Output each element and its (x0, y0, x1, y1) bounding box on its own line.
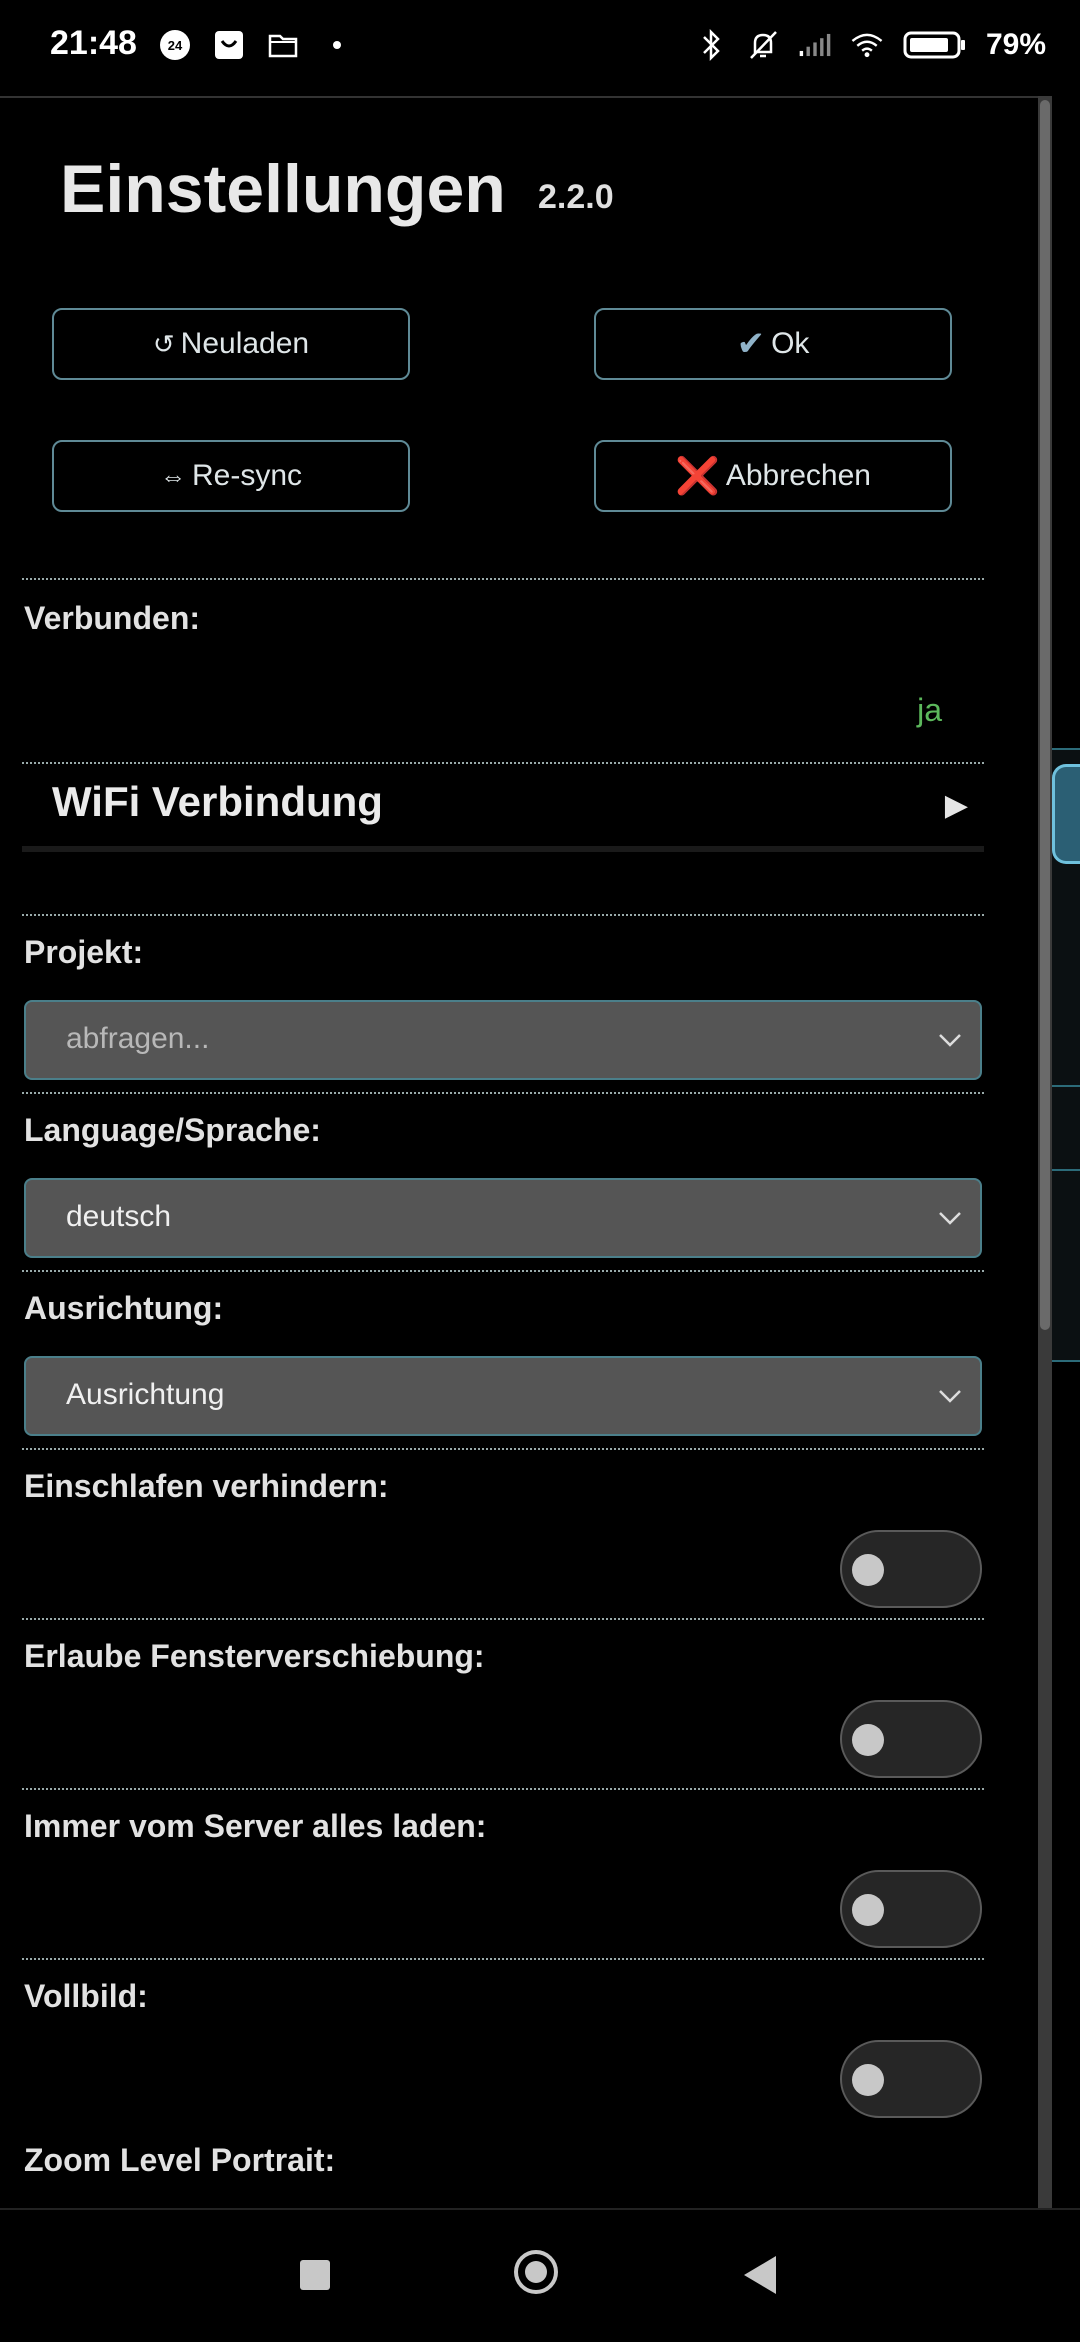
cancel-label: Abbrechen (725, 459, 871, 492)
always-load-server-label: Immer vom Server alles laden: (24, 1808, 487, 1844)
orientation-select-value: Ausrichtung (66, 1378, 225, 1411)
divider (22, 1958, 984, 1960)
divider (22, 578, 984, 580)
calendar-24-icon: 24 (158, 28, 192, 62)
connected-value: ja (917, 692, 942, 728)
language-select[interactable]: deutsch (24, 1178, 982, 1258)
version-label: 2.2.0 (538, 178, 614, 216)
background-button-edge (1052, 764, 1080, 864)
always-load-server-toggle[interactable] (840, 1870, 982, 1948)
home-dot (525, 2261, 547, 2283)
wifi-section-header[interactable]: WiFi Verbindung ▶ (22, 764, 984, 852)
fullscreen-label: Vollbild: (24, 1978, 148, 2014)
fullscreen-toggle[interactable] (840, 2040, 982, 2118)
project-select-value: abfragen... (66, 1022, 210, 1055)
bluetooth-icon (694, 28, 728, 62)
expand-arrow-icon[interactable]: ▶ (945, 788, 968, 823)
wifi-title: WiFi Verbindung (52, 778, 383, 825)
resync-button[interactable]: ⇔ Re-sync (52, 440, 410, 512)
divider (22, 1448, 984, 1450)
cross-icon: ❌ (675, 455, 720, 496)
ok-button[interactable]: ✔ Ok (594, 308, 952, 380)
orientation-select[interactable]: Ausrichtung (24, 1356, 982, 1436)
signal-icon (798, 28, 832, 62)
chevron-down-icon (939, 1390, 961, 1403)
back-icon[interactable] (744, 2256, 776, 2294)
silent-bell-icon (746, 28, 780, 62)
allow-window-move-toggle[interactable] (840, 1700, 982, 1778)
divider (22, 1788, 984, 1790)
battery-icon (902, 28, 968, 62)
divider (22, 1092, 984, 1094)
home-icon[interactable] (514, 2250, 558, 2294)
toggle-knob (852, 1724, 884, 1756)
prevent-sleep-label: Einschlafen verhindern: (24, 1468, 389, 1504)
project-select[interactable]: abfragen... (24, 1000, 982, 1080)
checkmark-icon: ✔ (736, 325, 766, 363)
cancel-button[interactable]: ❌ Abbrechen (594, 440, 952, 512)
reload-button[interactable]: ↺ Neuladen (52, 308, 410, 380)
allow-window-move-label: Erlaube Fensterverschiebung: (24, 1638, 485, 1674)
svg-text:24: 24 (168, 38, 183, 53)
divider (22, 1618, 984, 1620)
wifi-icon (850, 28, 884, 62)
resync-icon: ⇔ (159, 460, 186, 491)
chevron-down-icon (939, 1034, 961, 1047)
toggle-knob (852, 1554, 884, 1586)
toggle-knob (852, 1894, 884, 1926)
battery-percent: 79% (985, 28, 1046, 61)
settings-panel: Einstellungen 2.2.0 ↺ Neuladen ✔ Ok ⇔ Re… (0, 96, 1038, 2210)
shopping-bag-icon (212, 28, 246, 62)
status-bar: 21:48 24 79% (0, 0, 1080, 96)
language-label: Language/Sprache: (24, 1112, 321, 1148)
chevron-down-icon (939, 1212, 961, 1225)
project-label: Projekt: (24, 934, 144, 970)
resync-label: Re-sync (191, 459, 303, 492)
dot-icon (320, 28, 354, 62)
prevent-sleep-toggle[interactable] (840, 1530, 982, 1608)
recent-apps-icon[interactable] (300, 2260, 330, 2290)
reload-label: Neuladen (180, 327, 310, 360)
divider (22, 914, 984, 916)
connected-label: Verbunden: (24, 600, 201, 636)
language-select-value: deutsch (66, 1200, 172, 1233)
folder-icon (266, 28, 300, 62)
background-row-edge (1052, 1085, 1080, 1171)
ok-label: Ok (771, 327, 810, 360)
clock: 21:48 (50, 24, 137, 62)
toggle-knob (852, 2064, 884, 2096)
reload-icon: ↺ (152, 328, 175, 359)
scrollbar-thumb[interactable] (1040, 100, 1050, 1330)
zoom-portrait-label: Zoom Level Portrait: (24, 2142, 336, 2178)
page-title: Einstellungen (60, 151, 506, 227)
orientation-label: Ausrichtung: (24, 1290, 224, 1326)
divider (22, 1270, 984, 1272)
